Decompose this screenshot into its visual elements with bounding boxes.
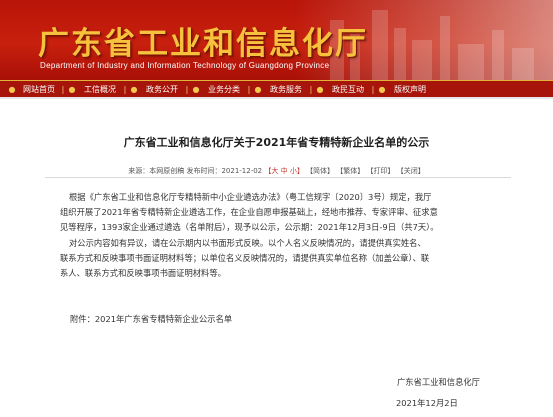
nav-item-public-affairs[interactable]: 政务公开 — [140, 81, 184, 97]
site-banner: 广东省工业和信息化厅 Department of Industry and In… — [0, 0, 553, 80]
nav-bullet-icon: ● — [68, 84, 76, 94]
article-title: 广东省工业和信息化厅关于2021年省专精特新企业名单的公示 — [123, 136, 430, 149]
print-link[interactable]: 【打印】 — [367, 167, 395, 175]
meta-divider — [45, 177, 511, 178]
banner-building — [372, 10, 388, 80]
banner-building — [512, 48, 534, 80]
paragraph-line: 联系方式和反映事项书面证明材料等；以单位名义反映情况的，请提供真实单位名称（加盖… — [60, 253, 430, 263]
paragraph-line: 系人、联系方式和反映事项书面证明材料等。 — [60, 268, 226, 278]
nav-item-business-categories[interactable]: 业务分类 — [202, 81, 246, 97]
close-link[interactable]: 【关闭】 — [397, 167, 425, 175]
attachment-link[interactable]: 附件：2021年广东省专精特新企业公示名单 — [70, 313, 232, 325]
article-meta: 来源：本网原创稿 发布时间：2021-12-02 【大 中 小】 【简体】 【繁… — [0, 166, 553, 176]
meta-date-label: 发布时间： — [186, 167, 222, 175]
article-paragraph: 根据《广东省工业和信息化厅专精特新中小企业遴选办法》（粤工信规字〔2020〕3号… — [60, 190, 502, 235]
font-size-toggle[interactable]: 【大 中 小】 — [264, 167, 303, 175]
nav-bullet-icon: ● — [130, 84, 138, 94]
site-title: 广东省工业和信息化厅 — [38, 26, 368, 62]
meta-source-label: 来源： — [128, 167, 150, 175]
paragraph-line: 根据《广东省工业和信息化厅专精特新中小企业遴选办法》（粤工信规字〔2020〕3号… — [69, 192, 432, 202]
article-paragraph: 对公示内容如有异议，请在公示期内以书面形式反映。以个人名义反映情况的，请提供真实… — [60, 236, 502, 281]
meta-date: 2021-12-02 — [221, 167, 263, 175]
nav-item-interaction[interactable]: 政民互动 — [326, 81, 370, 97]
simplified-chinese-link[interactable]: 【简体】 — [306, 167, 334, 175]
banner-building — [492, 30, 504, 80]
nav-bullet-icon: ● — [378, 84, 386, 94]
banner-building — [394, 28, 406, 80]
nav-bullet-icon: ● — [192, 84, 200, 94]
nav-bullet-icon: ● — [8, 84, 16, 94]
main-nav: ● 网站首页 | ● 工信概况 | ● 政务公开 | ● 业务分类 | ● 政务… — [0, 80, 553, 97]
nav-item-copyright[interactable]: 版权声明 — [388, 81, 432, 97]
banner-building — [412, 40, 432, 80]
paragraph-line: 见等程序，1393家企业通过遴选（名单附后），现予以公示，公示期：2021年12… — [60, 222, 439, 232]
site-title-english: Department of Industry and Information T… — [40, 61, 330, 70]
nav-bullet-icon: ● — [254, 84, 262, 94]
nav-item-home[interactable]: 网站首页 — [18, 81, 60, 97]
banner-building — [458, 44, 484, 80]
paragraph-line: 对公示内容如有异议，请在公示期内以书面形式反映。以个人名义反映情况的，请提供真实… — [69, 238, 426, 248]
nav-item-overview[interactable]: 工信概况 — [78, 81, 122, 97]
nav-bullet-icon: ● — [316, 84, 324, 94]
meta-source: 本网原创稿 — [149, 167, 185, 175]
paragraph-line: 组织开展了2021年省专精特新企业遴选工作，在企业自愿申报基础上，经地市推荐、专… — [60, 207, 438, 217]
banner-building — [440, 16, 450, 80]
nav-item-government-services[interactable]: 政务服务 — [264, 81, 308, 97]
nav-divider — [0, 97, 553, 99]
traditional-chinese-link[interactable]: 【繁体】 — [336, 167, 364, 175]
signature-organization: 广东省工业和信息化厅 — [397, 377, 480, 387]
signature-date: 2021年12月2日 — [396, 398, 458, 408]
